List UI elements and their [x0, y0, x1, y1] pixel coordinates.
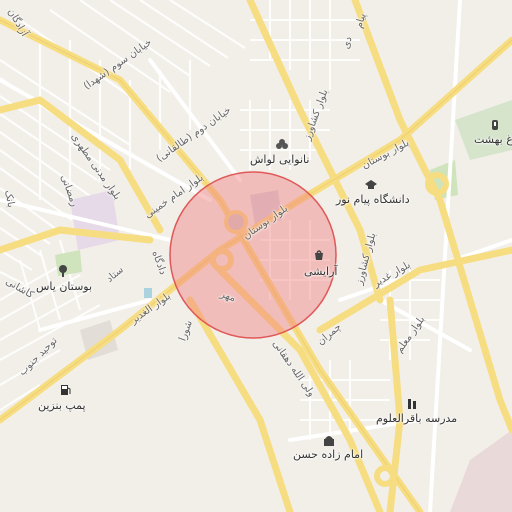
fuel-icon — [61, 385, 71, 395]
cemetery-icon — [492, 120, 498, 130]
poi-label: آرایشی — [304, 265, 338, 278]
shop-icon — [315, 250, 323, 260]
shrine-icon — [324, 436, 334, 446]
school-icon — [408, 399, 416, 409]
poi-label: دانشگاه پیام نور — [336, 193, 410, 206]
water-small — [144, 288, 152, 298]
poi-label: مدرسه باقرالعلوم — [376, 412, 458, 425]
map-view[interactable]: آزادگان خیابان سوم (شهدا) خیابان دوم (طا… — [0, 0, 512, 512]
poi-label: بوستان یاس — [36, 280, 93, 293]
poi-label: پمپ بنزین — [38, 399, 86, 412]
university-icon — [365, 180, 377, 189]
park-icon — [59, 265, 67, 277]
poi-label: باغ بهشت — [474, 133, 512, 146]
poi-label: امام زاده حسن — [293, 448, 364, 461]
bakery-icon — [276, 139, 288, 149]
street-label-bank: بانک — [2, 189, 17, 209]
poi-label: نانوایی لواش — [250, 153, 310, 166]
map-canvas — [0, 0, 512, 512]
